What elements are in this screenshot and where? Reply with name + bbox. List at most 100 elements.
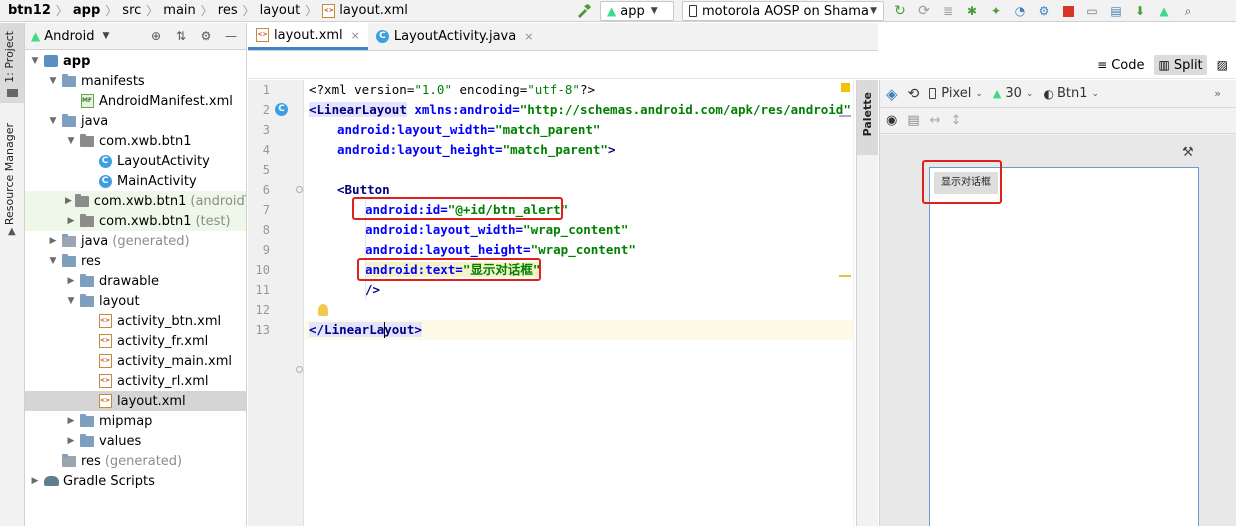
view-options-eye-icon[interactable]: ◉ [886, 111, 897, 131]
breadcrumb-project[interactable]: btn12 [4, 3, 55, 18]
project-tree-item-qualifier: (androidTe [190, 193, 246, 209]
intention-bulb-icon[interactable] [318, 304, 328, 316]
breadcrumb-main[interactable]: main [159, 3, 199, 18]
fold-marker-icon[interactable] [296, 366, 303, 373]
project-tree-item[interactable]: ▶ com.xwb.btn1(androidTe [25, 191, 246, 211]
device-preview-frame[interactable]: 显示对话框 [929, 167, 1199, 526]
project-tree-item[interactable]: ▼ java [25, 111, 246, 131]
debug-icon[interactable]: ✱ [963, 2, 981, 20]
rerun-icon[interactable]: ↻ [891, 2, 909, 20]
project-tree-item[interactable]: <> activity_fr.xml [25, 331, 246, 351]
project-tree-item[interactable]: C MainActivity [25, 171, 246, 191]
horizontal-resize-icon[interactable]: ↔ [930, 111, 941, 131]
code-editor[interactable]: <?xml version="1.0" encoding="utf-8"?> <… [305, 80, 853, 526]
palette-tab-label[interactable]: Palette [861, 92, 874, 136]
stop-icon[interactable] [1059, 2, 1077, 20]
minimize-icon[interactable]: — [222, 27, 240, 45]
design-canvas[interactable]: ⚒ 显示对话框 [880, 135, 1236, 526]
inspection-status-icon[interactable] [841, 83, 850, 92]
blueprint-icon[interactable]: ▤ [907, 111, 919, 131]
project-tree-item[interactable]: ▶ java (generated) [25, 231, 246, 251]
xml-tag-bracket: /> [365, 282, 381, 297]
project-tree-item[interactable]: ▼ res [25, 251, 246, 271]
tab-layout-activity-java[interactable]: C LayoutActivity.java × [368, 23, 542, 50]
project-tree-item[interactable]: MF AndroidManifest.xml [25, 91, 246, 111]
apply-changes-icon[interactable]: ⟳ [915, 2, 933, 20]
gear-icon[interactable]: ⚙ [197, 27, 215, 45]
project-tab-label[interactable]: 1: Project [3, 31, 16, 83]
project-tree-item[interactable]: <> activity_btn.xml [25, 311, 246, 331]
resource-manager-tab-label[interactable]: Resource Manager [3, 123, 16, 225]
design-surface-layers-icon[interactable]: ◈ [886, 84, 898, 104]
device-select[interactable]: Pixel ⌄ [929, 84, 983, 104]
project-view-select[interactable]: Android [44, 29, 94, 44]
project-tree-item[interactable]: ▶ drawable [25, 271, 246, 291]
collapse-arrow-icon[interactable]: ▶ [29, 476, 41, 486]
folder-icon [61, 73, 77, 89]
sdk-manager-icon[interactable]: ⬇ [1131, 2, 1149, 20]
collapse-arrow-icon[interactable]: ▶ [65, 276, 77, 286]
profile-icon[interactable]: ✦ [987, 2, 1005, 20]
expand-arrow-icon[interactable]: ▼ [65, 136, 77, 146]
attach-debugger-icon[interactable]: ⚙ [1035, 2, 1053, 20]
breadcrumb-module[interactable]: app [69, 3, 104, 18]
device-manager-icon[interactable]: ▤ [1107, 2, 1125, 20]
expand-arrow-icon[interactable]: ▼ [29, 56, 41, 66]
close-icon[interactable]: × [524, 30, 533, 43]
project-tree-item[interactable]: ▼ com.xwb.btn1 [25, 131, 246, 151]
breadcrumb-res[interactable]: res [214, 3, 242, 18]
breadcrumb-file[interactable]: <> layout.xml [318, 3, 412, 18]
project-tree-item[interactable]: ▼ manifests [25, 71, 246, 91]
project-tree-item[interactable]: <> layout.xml [25, 391, 246, 411]
expand-arrow-icon[interactable]: ▼ [47, 116, 59, 126]
fold-marker-icon[interactable] [296, 186, 303, 193]
search-icon[interactable]: ⌕ [1179, 2, 1197, 20]
locate-crosshair-icon[interactable]: ⊕ [147, 27, 165, 45]
expand-arrow-icon[interactable]: ▼ [47, 256, 59, 266]
collapse-all-icon[interactable]: ⇅ [172, 27, 190, 45]
collapse-arrow-icon[interactable]: ▶ [65, 196, 72, 206]
breadcrumb-layout[interactable]: layout [256, 3, 305, 18]
api-level-select[interactable]: ▲ 30 ⌄ [993, 84, 1034, 104]
close-icon[interactable]: × [351, 29, 360, 42]
project-tree-item[interactable]: <> activity_rl.xml [25, 371, 246, 391]
class-reference-gutter-icon[interactable]: C [275, 103, 288, 116]
android-icon: ▲ [992, 87, 1002, 100]
device-select[interactable]: motorola AOSP on Shama ▼ [682, 1, 884, 21]
design-view-button[interactable]: ▨ [1213, 55, 1232, 75]
expand-arrow-icon[interactable]: ▼ [65, 296, 77, 306]
project-tree-item[interactable]: ▶ com.xwb.btn1 (test) [25, 211, 246, 231]
chevron-down-icon[interactable]: ▼ [103, 31, 110, 41]
theme-select[interactable]: ◐ Btn1 ⌄ [1043, 84, 1099, 104]
avd-manager-icon[interactable]: ▲ [1155, 2, 1173, 20]
project-tree-item[interactable]: <> activity_main.xml [25, 351, 246, 371]
orientation-rotate-icon[interactable]: ⟲ [908, 84, 920, 104]
project-tree-item[interactable]: ▶ mipmap [25, 411, 246, 431]
project-tree-item[interactable]: ▼ layout [25, 291, 246, 311]
run-config-select[interactable]: ▲ app ▼ [600, 1, 674, 21]
tab-layout-xml[interactable]: <> layout.xml × [248, 23, 368, 50]
warning-marker[interactable] [839, 275, 851, 277]
project-tree-item[interactable]: C LayoutActivity [25, 151, 246, 171]
wrench-icon[interactable]: ⚒ [1182, 145, 1194, 160]
code-view-button[interactable]: ≡ Code [1093, 55, 1148, 75]
project-tree-item[interactable]: ▼ app [25, 51, 246, 71]
more-options-icon[interactable]: » [1214, 84, 1221, 104]
split-view-button[interactable]: ▥ Split [1154, 55, 1207, 75]
project-tree-item[interactable]: res (generated) [25, 451, 246, 471]
collapse-arrow-icon[interactable]: ▶ [47, 236, 59, 246]
collapse-arrow-icon[interactable]: ▶ [65, 416, 77, 426]
collapse-arrow-icon[interactable]: ▶ [65, 436, 77, 446]
xml-file-icon: <> [97, 393, 113, 409]
profiler-gauge-icon[interactable]: ◔ [1011, 2, 1029, 20]
breadcrumb-src[interactable]: src [118, 3, 145, 18]
build-hammer-icon[interactable] [575, 2, 593, 20]
vertical-resize-icon[interactable]: ↕ [951, 111, 962, 131]
expand-arrow-icon[interactable]: ▼ [47, 76, 59, 86]
coverage-icon[interactable]: ▭ [1083, 2, 1101, 20]
change-marker[interactable] [839, 115, 851, 117]
apply-code-changes-icon[interactable]: ≣ [939, 2, 957, 20]
project-tree-item[interactable]: ▶ Gradle Scripts [25, 471, 246, 491]
collapse-arrow-icon[interactable]: ▶ [65, 216, 77, 226]
project-tree-item[interactable]: ▶ values [25, 431, 246, 451]
